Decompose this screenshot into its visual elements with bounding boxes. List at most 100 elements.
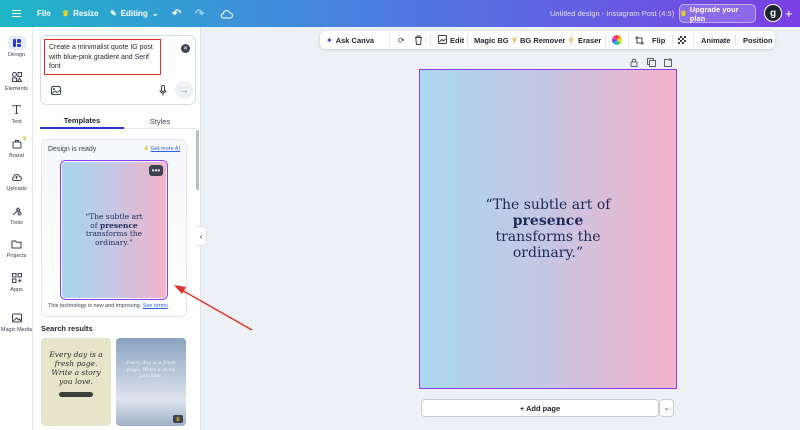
flip-button[interactable]: Flip bbox=[652, 31, 665, 49]
position-button[interactable]: Position bbox=[743, 31, 773, 49]
rail-label: Tools bbox=[10, 220, 23, 226]
canvas-background[interactable]: “The subtle art of presence transforms t… bbox=[420, 70, 676, 388]
search-result-thumbnail[interactable]: Every day is a fresh page. Write a story… bbox=[116, 338, 186, 426]
side-rail: Design Elements T Text ♛ Brand Uploads T… bbox=[0, 27, 33, 430]
get-more-label: Get more AI bbox=[150, 146, 180, 152]
rail-item-brand[interactable]: ♛ Brand bbox=[0, 136, 33, 159]
rail-label: Uploads bbox=[6, 186, 27, 192]
see-terms-link[interactable]: See terms bbox=[143, 303, 168, 309]
trash-icon[interactable] bbox=[414, 31, 423, 49]
redo-icon[interactable]: ↷ bbox=[195, 0, 204, 27]
share-plus-button[interactable]: + bbox=[785, 4, 797, 23]
add-page-icon[interactable] bbox=[664, 58, 673, 69]
chevron-down-icon: ⌄ bbox=[151, 9, 159, 18]
design-ready-label: Design is ready bbox=[48, 146, 97, 153]
context-toolbar: ✦ Ask Canva ⟳ Edit Magic BG ♛ BG Remover… bbox=[320, 31, 775, 49]
position-label: Position bbox=[743, 35, 773, 45]
editing-mode-button[interactable]: ✎ Editing ⌄ bbox=[110, 0, 159, 27]
clear-prompt-icon[interactable]: ✕ bbox=[181, 44, 190, 53]
divider bbox=[735, 35, 736, 45]
divider bbox=[513, 35, 514, 45]
document-title[interactable]: Untitled design - Instagram Post (4:5) bbox=[550, 0, 674, 27]
menu-icon[interactable] bbox=[10, 0, 22, 27]
bg-remover-button[interactable]: BG Remover ♛ bbox=[520, 31, 574, 49]
divider bbox=[605, 35, 606, 45]
tab-styles[interactable]: Styles bbox=[124, 113, 196, 129]
elements-icon bbox=[9, 70, 25, 84]
design-panel: Create a minimalist quote IG post with b… bbox=[33, 27, 201, 430]
ask-canva-label: Ask Canva bbox=[335, 35, 375, 45]
resize-button[interactable]: ♛ Resize bbox=[62, 0, 99, 27]
rail-label: Apps bbox=[10, 287, 23, 293]
crown-icon: ♛ bbox=[22, 136, 28, 142]
crop-icon[interactable] bbox=[635, 31, 644, 49]
rail-item-apps[interactable]: Apps bbox=[0, 271, 33, 293]
duplicate-icon[interactable] bbox=[647, 58, 656, 69]
text-icon: T bbox=[12, 103, 21, 117]
undo-icon[interactable]: ↶ bbox=[172, 0, 181, 27]
crown-icon: ♛ bbox=[62, 9, 70, 18]
rail-item-tools[interactable]: Tools bbox=[0, 204, 33, 226]
ask-canva-button[interactable]: ✦ Ask Canva bbox=[326, 31, 374, 49]
color-picker-icon[interactable] bbox=[612, 31, 622, 49]
rail-item-uploads[interactable]: Uploads bbox=[0, 170, 33, 192]
edit-label: Edit bbox=[450, 35, 465, 45]
rail-label: Text bbox=[11, 119, 22, 125]
search-result-thumbnail[interactable]: Every day is a fresh page. Write a story… bbox=[41, 338, 111, 426]
rail-label: Projects bbox=[6, 253, 27, 259]
prompt-box: Create a minimalist quote IG post with b… bbox=[40, 35, 196, 105]
uploads-icon bbox=[9, 170, 25, 184]
tab-templates[interactable]: Templates bbox=[40, 113, 124, 129]
rail-label: Elements bbox=[5, 86, 28, 92]
thumbnail-preview: “The subtle art of presence transforms t… bbox=[62, 162, 166, 298]
chevron-down-icon[interactable]: ⌄ bbox=[659, 399, 674, 417]
file-menu[interactable]: File bbox=[37, 0, 51, 27]
top-bar: File ♛ Resize ✎ Editing ⌄ ↶ ↷ Untitled d… bbox=[0, 0, 800, 27]
quote-part: transforms the ordinary.” bbox=[495, 229, 601, 261]
add-image-icon[interactable] bbox=[48, 82, 64, 98]
sparkle-icon: ✦ bbox=[326, 35, 333, 45]
upgrade-button[interactable]: ♛ Upgrade your plan bbox=[679, 4, 756, 23]
send-arrow-icon[interactable]: → bbox=[175, 81, 193, 99]
rail-item-projects[interactable]: Projects bbox=[0, 237, 33, 259]
rail-label: Magic Media bbox=[0, 327, 33, 333]
eraser-label: Eraser bbox=[578, 35, 602, 45]
crown-icon: ♛ bbox=[680, 9, 687, 18]
design-canvas[interactable]: “The subtle art of presence transforms t… bbox=[419, 69, 677, 389]
resize-label: Resize bbox=[73, 9, 99, 18]
animate-button[interactable]: Animate bbox=[701, 31, 731, 49]
microphone-icon[interactable] bbox=[155, 82, 171, 98]
pencil-icon: ✎ bbox=[110, 9, 117, 18]
thumb-quote-part: transforms the ordinary.” bbox=[85, 229, 143, 247]
edit-button[interactable]: Edit bbox=[438, 31, 464, 49]
avatar[interactable]: g bbox=[764, 4, 782, 22]
prompt-input[interactable]: Create a minimalist quote IG post with b… bbox=[44, 39, 161, 75]
crown-icon: ♛ bbox=[173, 415, 183, 423]
rotate-icon[interactable]: ⟳ bbox=[398, 31, 405, 49]
eraser-button[interactable]: Eraser bbox=[578, 31, 601, 49]
magic-bg-button[interactable]: Magic BG ♛ bbox=[474, 31, 517, 49]
add-page-button[interactable]: + Add page bbox=[421, 399, 659, 417]
edit-image-icon bbox=[438, 34, 447, 46]
rail-item-magic-media[interactable]: Magic Media bbox=[0, 311, 33, 333]
rail-item-design[interactable]: Design bbox=[0, 36, 33, 58]
result-text: Every day is a fresh page. Write a story… bbox=[125, 360, 177, 379]
transparency-icon[interactable] bbox=[678, 31, 686, 49]
lock-icon[interactable] bbox=[630, 58, 638, 69]
design-icon bbox=[7, 36, 26, 50]
disclaimer-text: This technology is new and improving. Se… bbox=[48, 303, 168, 309]
divider bbox=[672, 35, 673, 45]
more-options-icon[interactable]: ••• bbox=[149, 165, 163, 176]
collapse-panel-icon[interactable]: ‹ bbox=[196, 226, 207, 246]
quote-text[interactable]: “The subtle art of presence transforms t… bbox=[473, 197, 623, 261]
rail-item-elements[interactable]: Elements bbox=[0, 70, 33, 92]
cloud-save-icon[interactable] bbox=[220, 0, 233, 27]
panel-scrollbar[interactable] bbox=[196, 130, 199, 190]
result-text: Every day is a fresh page. Write a story… bbox=[49, 350, 103, 386]
tools-icon bbox=[9, 204, 25, 218]
quote-part: “The subtle art of bbox=[485, 197, 611, 213]
search-results-heading: Search results bbox=[41, 324, 93, 333]
rail-item-text[interactable]: T Text bbox=[0, 103, 33, 125]
get-more-ai-link[interactable]: ♛ Get more AI bbox=[144, 146, 180, 152]
generated-design-thumbnail[interactable]: “The subtle art of presence transforms t… bbox=[60, 160, 168, 300]
